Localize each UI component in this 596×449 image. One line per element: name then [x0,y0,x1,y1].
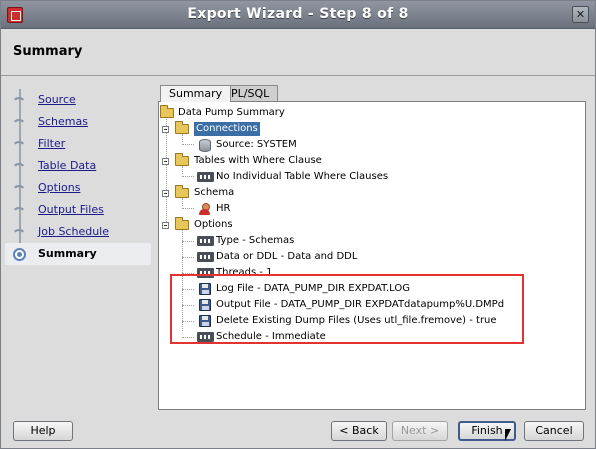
tree-label: Source: SYSTEM [216,139,297,150]
tree-label-selected: Connections [194,122,260,136]
collapse-icon[interactable] [162,158,169,165]
tree-label: Data or DDL - Data and DDL [216,251,358,262]
tree-label: Schema [194,187,235,198]
step-marker-icon [12,163,26,172]
step-marker-icon [12,229,26,238]
user-icon [199,203,211,216]
step-marker-icon [12,119,26,128]
mouse-pointer-icon [505,429,511,441]
step-schemas[interactable]: Schemas [5,111,151,133]
step-label-filter[interactable]: Filter [38,137,65,150]
tree-node-hr[interactable]: HR [159,202,579,216]
tree-node-source[interactable]: Source: SYSTEM [159,138,579,152]
tree-node-options[interactable]: Options [159,217,579,232]
back-button[interactable]: < Back [331,421,387,441]
collapse-icon[interactable] [162,126,169,133]
page-header: Summary [1,29,595,76]
title-bar[interactable]: Export Wizard - Step 8 of 8 ✕ [1,1,595,29]
database-icon [199,139,211,152]
tree-label: Data Pump Summary [178,107,285,118]
step-source[interactable]: Source [5,89,151,111]
tree-node-type[interactable]: Type - Schemas [159,234,579,248]
close-button[interactable]: ✕ [572,6,589,23]
tree-node-root[interactable]: Data Pump Summary [159,105,579,120]
step-label-options[interactable]: Options [38,181,80,194]
step-label-schemas[interactable]: Schemas [38,115,88,128]
step-table-data[interactable]: Table Data [5,155,151,177]
tab-summary[interactable]: Summary [160,85,232,102]
step-label-source[interactable]: Source [38,93,76,106]
tree-label: Options [194,219,233,230]
next-button[interactable]: Next > [392,421,448,441]
current-step-icon [13,248,26,261]
step-marker-icon [12,185,26,194]
folder-open-icon [160,105,174,118]
tree-label: Type - Schemas [216,235,295,246]
help-button[interactable]: Help [13,421,73,441]
text-item-icon [197,172,214,182]
page-title: Summary [13,44,83,59]
tree-node-schema[interactable]: Schema [159,185,579,200]
step-filter[interactable]: Filter [5,133,151,155]
folder-open-icon [175,185,189,198]
folder-open-icon [175,121,189,134]
window-title: Export Wizard - Step 8 of 8 [187,6,409,22]
tree-label: Tables with Where Clause [194,155,322,166]
step-options[interactable]: Options [5,177,151,199]
step-output-files[interactable]: Output Files [5,199,151,221]
tree-connector [182,241,194,242]
folder-open-icon [175,153,189,166]
step-marker-icon [12,207,26,216]
export-wizard-window: Export Wizard - Step 8 of 8 ✕ Summary So… [0,0,596,449]
step-job-schedule[interactable]: Job Schedule [5,221,151,243]
step-marker-icon [12,141,26,150]
tree-node-connections[interactable]: Connections [159,121,579,136]
collapse-icon[interactable] [162,190,169,197]
tree-node-data-ddl[interactable]: Data or DDL - Data and DDL [159,250,579,264]
step-label-summary: Summary [38,247,97,260]
cancel-button[interactable]: Cancel [524,421,584,441]
folder-open-icon [175,217,189,230]
step-summary[interactable]: Summary [5,243,151,265]
step-marker-icon [12,97,26,106]
highlight-annotation-box [170,274,524,344]
collapse-icon[interactable] [162,222,169,229]
tree-node-no-where[interactable]: No Individual Table Where Clauses [159,170,579,184]
text-item-icon [197,252,214,262]
text-item-icon [197,236,214,246]
tree-label: HR [216,203,231,214]
tree-connector [182,257,194,258]
summary-tree[interactable]: Data Pump Summary Connections Source: SY… [158,101,586,410]
step-label-job-schedule[interactable]: Job Schedule [38,225,109,238]
wizard-steps: Source Schemas Filter Table Data Options… [5,85,151,415]
tree-node-tables-where[interactable]: Tables with Where Clause [159,153,579,168]
tree-label: No Individual Table Where Clauses [216,171,389,182]
step-label-table-data[interactable]: Table Data [38,159,96,172]
step-label-output-files[interactable]: Output Files [38,203,104,216]
